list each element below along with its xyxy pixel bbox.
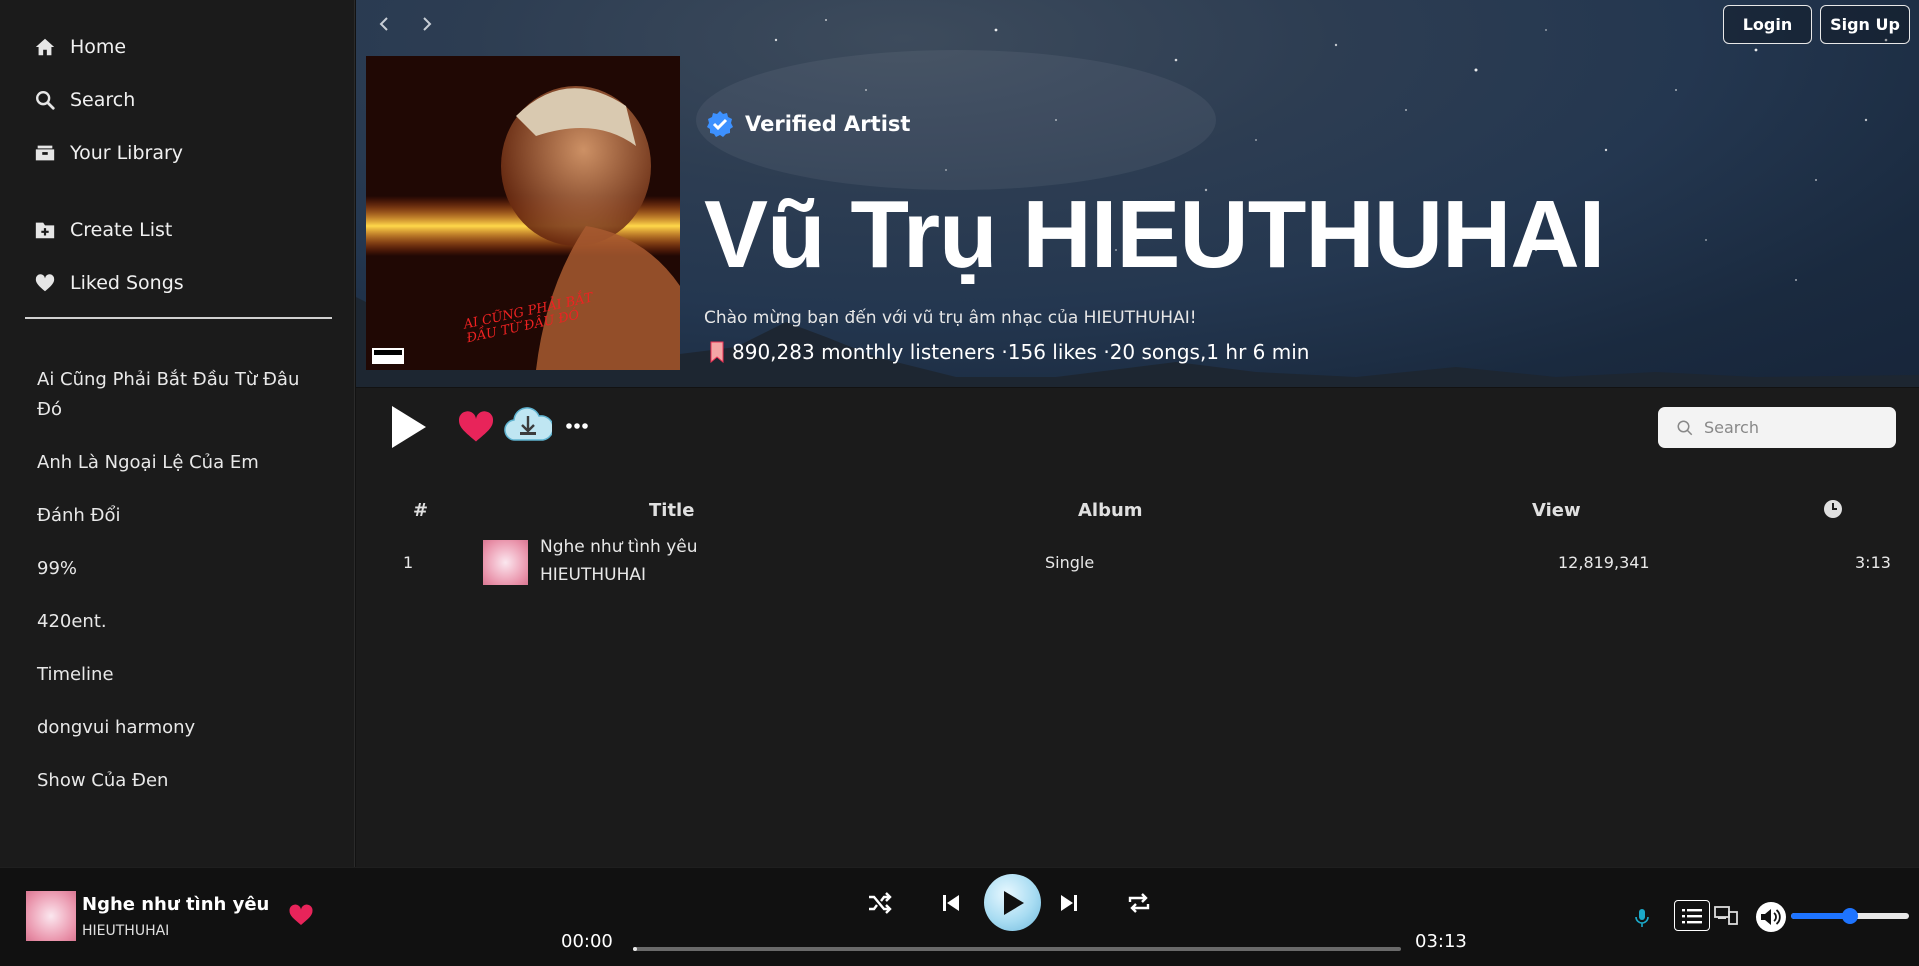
playlist-item[interactable]: Show Của Đen xyxy=(37,766,317,796)
verified-badge: Verified Artist xyxy=(706,110,910,138)
progress-bar[interactable] xyxy=(633,947,1401,951)
heart-icon xyxy=(458,411,494,442)
previous-button[interactable] xyxy=(937,889,965,917)
sidebar: Home Search Your Library Create List Lik… xyxy=(0,0,355,867)
progress-fill xyxy=(633,947,637,951)
current-time: 00:00 xyxy=(561,931,613,952)
playlist-item[interactable]: 420ent. xyxy=(37,607,317,637)
nav-home-label: Home xyxy=(70,36,127,58)
sidebar-divider xyxy=(25,317,332,319)
heart-icon xyxy=(35,274,55,292)
now-playing-like-button[interactable] xyxy=(286,901,316,927)
artist-name: Vũ Trụ HIEUTHUHAI xyxy=(704,181,1605,288)
more-dots-icon xyxy=(566,423,588,429)
track-search-box[interactable] xyxy=(1658,407,1896,448)
volume-icon xyxy=(1761,909,1781,925)
nav-home[interactable]: Home xyxy=(34,36,126,58)
queue-list-icon xyxy=(1682,908,1702,923)
chevron-right-icon xyxy=(423,17,432,31)
next-button[interactable] xyxy=(1055,889,1083,917)
search-icon xyxy=(36,91,55,110)
now-playing-thumbnail xyxy=(26,891,76,941)
signup-button[interactable]: Sign Up xyxy=(1820,5,1910,44)
shuffle-icon xyxy=(869,892,892,914)
clock-icon xyxy=(1824,500,1842,518)
album-cover: AI CŨNG PHẢI BẮT ĐẦU TỪ ĐÂU ĐÓ xyxy=(366,56,680,370)
playlist-item[interactable]: Đánh Đổi xyxy=(37,501,317,531)
total-time: 03:13 xyxy=(1415,931,1467,952)
nav-search[interactable]: Search xyxy=(34,89,135,111)
library-icon xyxy=(35,145,55,161)
playlist-item[interactable]: 99% xyxy=(37,554,317,584)
lyrics-button[interactable] xyxy=(1633,907,1651,929)
devices-icon xyxy=(1714,906,1738,925)
playlist-item[interactable]: Anh Là Ngoại Lệ Của Em xyxy=(37,448,317,478)
track-duration: 3:13 xyxy=(1855,553,1891,572)
skip-previous-icon xyxy=(943,895,959,911)
column-header-album[interactable]: Album xyxy=(1078,500,1143,521)
playlist-controls xyxy=(356,388,1919,473)
repeat-icon xyxy=(1128,893,1150,913)
track-thumbnail xyxy=(483,540,528,585)
volume-slider[interactable] xyxy=(1791,908,1909,924)
play-artist-button[interactable] xyxy=(384,402,432,452)
artist-banner: Login Sign Up AI CŨNG PHẢI BẮT ĐẦU TỪ ĐÂ… xyxy=(356,0,1919,387)
playlist-item[interactable]: Timeline xyxy=(37,660,317,690)
playlist-item[interactable]: dongvui harmony xyxy=(37,713,317,743)
verified-label: Verified Artist xyxy=(745,112,911,136)
artist-stats-text: 890,283 monthly listeners ·156 likes ·20… xyxy=(732,340,1310,364)
microphone-icon xyxy=(1635,909,1649,927)
track-artist[interactable]: HIEUTHUHAI xyxy=(540,565,646,585)
track-views: 12,819,341 xyxy=(1558,553,1650,572)
track-title: Nghe như tình yêu xyxy=(540,537,698,557)
track-table: # Title Album View 1 Nghe như tình yêu H… xyxy=(356,473,1919,867)
volume-handle[interactable] xyxy=(1842,908,1858,924)
more-options-button[interactable] xyxy=(564,414,590,438)
now-playing-title[interactable]: Nghe như tình yêu xyxy=(82,894,269,915)
connect-device-button[interactable] xyxy=(1713,902,1739,928)
mute-button[interactable] xyxy=(1756,902,1786,932)
nav-library-label: Your Library xyxy=(70,142,184,164)
nav-search-label: Search xyxy=(70,89,136,111)
bookmark-icon xyxy=(710,341,724,363)
download-button[interactable] xyxy=(504,402,552,448)
column-header-view[interactable]: View xyxy=(1532,500,1581,521)
track-search-input[interactable] xyxy=(1704,418,1884,437)
like-artist-button[interactable] xyxy=(456,408,496,444)
back-button[interactable] xyxy=(369,9,399,39)
shuffle-button[interactable] xyxy=(865,888,895,918)
cloud-download-icon xyxy=(504,407,552,441)
column-header-duration[interactable] xyxy=(1823,499,1843,524)
player-bar: Nghe như tình yêu HIEUTHUHAI 00:00 03:13 xyxy=(0,867,1919,966)
skip-next-icon xyxy=(1061,895,1077,911)
repeat-button[interactable] xyxy=(1124,888,1154,918)
search-icon xyxy=(1677,420,1693,435)
track-album[interactable]: Single xyxy=(1045,553,1094,572)
nav-liked-songs-label: Liked Songs xyxy=(70,272,184,294)
add-folder-icon xyxy=(35,222,55,239)
login-button[interactable]: Login xyxy=(1723,5,1812,44)
column-header-title[interactable]: Title xyxy=(649,500,694,521)
chevron-left-icon xyxy=(379,17,388,31)
play-icon xyxy=(392,406,426,448)
track-index: 1 xyxy=(403,553,414,572)
playlist-list: Ai Cũng Phải Bắt Đầu Từ Đâu Đó Anh Là Ng… xyxy=(37,365,317,819)
heart-icon xyxy=(289,904,313,925)
forward-button[interactable] xyxy=(412,9,442,39)
artist-stats: 890,283 monthly listeners ·156 likes ·20… xyxy=(710,340,1309,364)
table-row[interactable]: 1 Nghe như tình yêu HIEUTHUHAI Single 12… xyxy=(356,537,1919,593)
artist-description: Chào mừng bạn đến với vũ trụ âm nhạc của… xyxy=(704,308,1197,328)
verified-check-icon xyxy=(707,111,733,137)
playlist-item[interactable]: Ai Cũng Phải Bắt Đầu Từ Đâu Đó xyxy=(37,365,317,425)
play-icon xyxy=(1003,890,1024,915)
nav-create-list[interactable]: Create List xyxy=(34,219,172,241)
nav-liked-songs[interactable]: Liked Songs xyxy=(34,272,184,294)
home-icon xyxy=(35,38,55,56)
nav-library[interactable]: Your Library xyxy=(34,142,183,164)
queue-button[interactable] xyxy=(1674,900,1710,931)
nav-create-list-label: Create List xyxy=(70,219,173,241)
now-playing-artist[interactable]: HIEUTHUHAI xyxy=(82,923,169,939)
column-header-index: # xyxy=(413,500,429,521)
play-pause-button[interactable] xyxy=(984,874,1041,931)
